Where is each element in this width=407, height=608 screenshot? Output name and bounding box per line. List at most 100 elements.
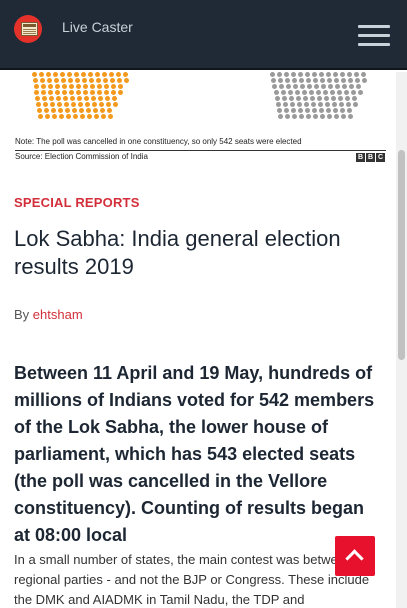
- seat-dot: [90, 90, 96, 95]
- seat-dot: [81, 78, 87, 83]
- seat-dot: [293, 84, 299, 89]
- seat-dot: [46, 72, 51, 77]
- seat-dot: [304, 102, 309, 107]
- seat-dot: [71, 108, 77, 113]
- seat-dot: [40, 84, 46, 89]
- seat-dot: [326, 108, 332, 113]
- seat-dot: [113, 102, 118, 107]
- seat-dot: [92, 108, 98, 113]
- seat-dot: [39, 78, 45, 83]
- seat-dot: [344, 96, 350, 101]
- site-brand-name[interactable]: Live Caster: [62, 19, 133, 35]
- scroll-to-top-button[interactable]: [335, 536, 375, 576]
- seat-dot: [305, 108, 311, 113]
- seat-dot: [104, 90, 110, 95]
- seat-dot: [36, 102, 41, 107]
- seat-dot: [54, 84, 60, 89]
- seat-dot: [97, 90, 103, 95]
- seat-dot: [312, 108, 318, 113]
- seat-dot: [283, 102, 288, 107]
- seat-dot: [109, 78, 115, 83]
- seat-dot: [85, 108, 91, 113]
- seat-dot: [41, 90, 47, 95]
- seat-dot: [93, 114, 99, 119]
- seat-dot: [102, 78, 108, 83]
- seat-dot: [301, 90, 307, 95]
- seat-dot: [96, 84, 102, 89]
- seat-dot: [68, 84, 74, 89]
- byline: By ehtsham: [14, 307, 83, 322]
- bbc-logo-letter: B: [356, 153, 365, 162]
- infographic-note: Note: The poll was cancelled in one cons…: [15, 137, 302, 146]
- infographic-source: Source: Election Commission of India: [15, 152, 148, 161]
- seat-dot: [75, 84, 81, 89]
- scrollbar[interactable]: [396, 72, 407, 608]
- seat-dot: [340, 108, 346, 113]
- seat-dot: [82, 84, 88, 89]
- article-category[interactable]: SPECIAL REPORTS: [14, 195, 140, 210]
- seat-dot: [298, 72, 303, 77]
- seat-dot: [292, 78, 298, 83]
- seat-dot: [123, 72, 128, 77]
- seat-dot: [286, 84, 292, 89]
- seat-dot: [36, 108, 42, 113]
- seat-dot: [284, 108, 290, 113]
- seat-dot: [341, 78, 347, 83]
- seat-dot: [86, 114, 92, 119]
- seat-dot: [81, 72, 86, 77]
- seat-dot: [58, 114, 64, 119]
- seat-dot: [313, 114, 319, 119]
- seat-dot: [42, 96, 48, 101]
- author-link[interactable]: ehtsham: [33, 307, 83, 322]
- seat-dot: [298, 108, 304, 113]
- seat-dot: [44, 114, 50, 119]
- seat-dot: [53, 78, 59, 83]
- hamburger-menu-icon[interactable]: [358, 25, 390, 47]
- seat-dot: [300, 84, 306, 89]
- seat-dot: [116, 78, 122, 83]
- seat-dot: [347, 72, 352, 77]
- seat-dot: [79, 114, 85, 119]
- seat-dot: [349, 84, 355, 89]
- seat-dot: [278, 114, 284, 119]
- seat-dot: [362, 78, 368, 83]
- seat-dot: [320, 78, 326, 83]
- seat-dot: [74, 72, 79, 77]
- seat-dot: [48, 90, 54, 95]
- seat-dot: [55, 90, 61, 95]
- seat-dot: [279, 84, 285, 89]
- seat-dot: [106, 108, 112, 113]
- seat-dot: [49, 96, 55, 101]
- article-lead: Between 11 April and 19 May, hundreds of…: [14, 363, 375, 545]
- seat-dot: [342, 84, 348, 89]
- seat-dot: [35, 96, 41, 101]
- seat-dot: [277, 108, 283, 113]
- newspaper-icon[interactable]: [14, 15, 42, 43]
- seat-dot: [77, 96, 83, 101]
- scrollbar-thumb[interactable]: [398, 150, 405, 360]
- seat-dot: [88, 72, 93, 77]
- seat-dot: [89, 84, 95, 89]
- seat-dot: [102, 72, 107, 77]
- seat-dot: [347, 108, 353, 113]
- seat-dot: [99, 102, 104, 107]
- seat-dot: [100, 114, 106, 119]
- seat-dot: [323, 96, 329, 101]
- seat-dot: [56, 96, 62, 101]
- chevron-up-icon: [345, 549, 364, 568]
- seat-dot: [341, 114, 347, 119]
- seat-dot: [110, 84, 116, 89]
- seat-dot: [88, 78, 94, 83]
- seat-dot: [343, 90, 349, 95]
- seat-dot: [112, 96, 118, 101]
- seat-dot: [348, 114, 354, 119]
- seat-dot: [272, 84, 278, 89]
- seat-dot: [60, 78, 66, 83]
- seat-dot: [348, 78, 354, 83]
- seat-dot: [67, 72, 72, 77]
- seat-dot: [340, 72, 345, 77]
- seat-dot: [111, 90, 117, 95]
- seat-dot: [299, 78, 305, 83]
- infographic-divider: [15, 150, 386, 151]
- seat-dot: [321, 84, 327, 89]
